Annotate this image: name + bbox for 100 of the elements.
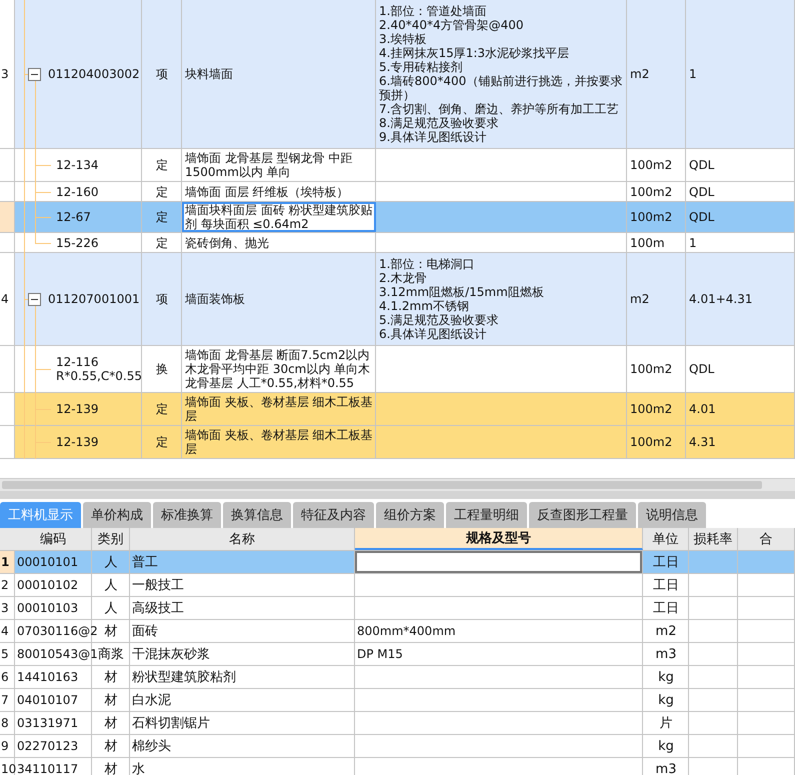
name-cell[interactable]: 墙面块料面层 面砖 粉状型建筑胶贴剂 每块面积 ≤0.64m2 [183, 203, 375, 231]
table-row[interactable]: 9 02270123 材 棉纱头 kg [0, 735, 795, 758]
tab[interactable]: 标准换算 [153, 502, 221, 528]
table-row[interactable]: 15-226 定 瓷砖倒角、抛光 100m 1 [0, 233, 795, 253]
item-code: 15-226 [56, 236, 99, 250]
unit-cell: m3 [656, 762, 676, 775]
tab[interactable]: 换算信息 [223, 502, 291, 528]
table-row[interactable]: 7 04010107 材 白水泥 kg [0, 689, 795, 712]
type-cell-text: 人 [104, 554, 118, 571]
tab[interactable]: 工程量明细 [446, 502, 527, 528]
row-number: 4 [1, 292, 9, 306]
quantity-cell: 1 [689, 67, 697, 81]
table-row[interactable]: 4 07030116@2 材 面砖 800mm*400mm m2 [0, 620, 795, 643]
type-cell-text: 材 [104, 715, 118, 732]
code-cell: 34110117 [17, 762, 78, 775]
type-cell: 定 [156, 435, 168, 449]
table-row[interactable]: 12-139 定 墙饰面 夹板、卷材基层 细木工板基层 100m2 4.01 [0, 393, 795, 426]
table-row[interactable]: 1034110117 材 水 m3 [0, 758, 795, 775]
code-cell: 00010101 [17, 555, 78, 569]
unit-cell: m2 [630, 292, 650, 306]
column-header[interactable]: 合 [738, 528, 795, 550]
item-code: 12-139 [56, 402, 99, 416]
table-row[interactable]: 2 00010102 人 一般技工 工日 [0, 574, 795, 597]
name-cell: 瓷砖倒角、抛光 [185, 236, 269, 250]
row-number: 10 [1, 762, 16, 775]
column-header[interactable]: 类别 [92, 528, 130, 550]
row-number: 3 [1, 67, 9, 81]
table-row[interactable]: 12-160 定 墙饰面 面层 纤维板（埃特板） 100m2 QDL [0, 182, 795, 202]
column-header[interactable]: 损耗率 [689, 528, 738, 550]
row-number: 8 [1, 716, 9, 730]
name-cell-text: 普工 [132, 554, 158, 571]
item-code: 12-134 [56, 158, 99, 172]
row-number: 5 [1, 647, 9, 661]
table-row[interactable]: 12-134 定 墙饰面 龙骨基层 型钢龙骨 中距1500mm以内 单向 100m2 QDL [0, 149, 795, 182]
spec-cell: 800mm*400mm [357, 624, 456, 638]
name-cell-text: 高级技工 [132, 600, 184, 617]
table-row[interactable]: 5 80010543@1商浆 干混抹灰砂浆 DP M15 m3 [0, 643, 795, 666]
collapse-icon[interactable] [28, 68, 41, 80]
code-cell: 14410163 [17, 670, 78, 684]
column-header[interactable]: 单位 [643, 528, 689, 550]
unit-cell: 100m2 [630, 210, 672, 224]
horizontal-scrollbar[interactable] [0, 478, 795, 491]
tab[interactable]: 特征及内容 [293, 502, 374, 528]
quantity-cell: 4.31 [689, 435, 716, 449]
table-row[interactable]: 1 00010101 人 普工 工日 [0, 551, 795, 574]
row-number: 7 [1, 693, 9, 707]
name-cell: 墙饰面 夹板、卷材基层 细木工板基层 [185, 428, 373, 456]
spec-cell: DP M15 [357, 647, 403, 661]
spec-input-field[interactable] [355, 551, 642, 573]
item-code: 011207001001 [48, 292, 140, 306]
quantity-cell: QDL [689, 158, 714, 172]
unit-cell: 100m2 [630, 402, 672, 416]
table-row[interactable]: 4 011207001001 项 墙面装饰板 1.部位：电梯洞口 2.木龙骨 3.12mm阻燃板/15mm阻燃板 4.1.2mm不锈钢 5.满足规范及验收要求 6.具体详见图纸设计 m2 4.01+4.31 [0, 253, 795, 346]
type-cell: 定 [156, 184, 168, 198]
tab[interactable]: 反查图形工程量 [529, 502, 636, 528]
column-header[interactable]: 规格及型号 [355, 528, 643, 550]
unit-cell-text: 工日 [653, 600, 679, 617]
tab[interactable]: 单价构成 [83, 502, 151, 528]
table-row[interactable]: 8 03131971 材 石料切割锯片 片 [0, 712, 795, 735]
code-cell: 04010107 [17, 693, 78, 707]
feature-cell-text: 1.部位：管道处墙面 2.40*40*4方管骨架@400 3.埃特板 4.挂网抹灰15厚1:3水泥砂浆找平层 5.专用砖粘接剂 6.墙砖800*400（铺贴前进行挑选，并按要求预拼） 7.含切割、倒角、磨边、养护等所有加工工艺 8.满足规范及验收要求 9.具体详见图纸设计 [379, 4, 624, 144]
row-number: 4 [1, 624, 9, 638]
row-number: 6 [1, 670, 9, 684]
type-cell: 定 [156, 402, 168, 416]
unit-cell: m2 [656, 624, 676, 638]
unit-cell: kg [658, 738, 674, 754]
unit-cell-text: 工日 [653, 554, 679, 571]
tab[interactable]: 说明信息 [638, 502, 706, 528]
type-cell: 定 [156, 158, 168, 172]
table-row[interactable]: 12-139 定 墙饰面 夹板、卷材基层 细木工板基层 100m2 4.31 [0, 426, 795, 459]
item-code: 011204003002 [48, 67, 140, 81]
unit-cell: kg [658, 670, 674, 684]
code-cell: 00010103 [17, 601, 78, 615]
item-code: 12-139 [56, 435, 99, 449]
type-cell-text: 材 [104, 692, 118, 709]
collapse-icon[interactable] [28, 292, 41, 306]
code-cell: 02270123 [17, 739, 78, 753]
type-cell-text: 材 [104, 761, 118, 775]
tab[interactable]: 组价方案 [376, 502, 444, 528]
name-cell-text: 白水泥 [132, 692, 171, 709]
item-code: 12-116 R*0.55,C*0.55 [56, 355, 142, 383]
unit-cell: m2 [630, 67, 650, 81]
table-row[interactable]: 3 00010103 人 高级技工 工日 [0, 597, 795, 620]
type-cell-text: 材 [104, 623, 118, 640]
table-row[interactable]: 12-116 R*0.55,C*0.55 换 墙饰面 龙骨基层 断面7.5cm2以内木龙骨平均中距 30cm以内 单向木龙骨基层 人工*0.55,材料*0.55 100m2 QDL [0, 346, 795, 393]
type-cell: 项 [156, 67, 168, 81]
code-cell: 03131971 [17, 716, 78, 730]
quantity-cell: 4.01 [689, 402, 716, 416]
table-row[interactable]: 6 14410163 材 粉状型建筑胶粘剂 kg [0, 666, 795, 689]
column-header[interactable]: 编码 [15, 528, 92, 550]
unit-cell-text: 工日 [653, 577, 679, 594]
name-cell: 墙饰面 面层 纤维板（埃特板） [185, 184, 349, 198]
name-cell: 块料墙面 [185, 67, 233, 81]
unit-cell: kg [658, 692, 674, 708]
table-row[interactable]: 12-67 定 墙面块料面层 面砖 粉状型建筑胶贴剂 每块面积 ≤0.64m2 100m2 QDL [0, 202, 795, 233]
unit-cell: 100m2 [630, 184, 672, 198]
type-cell-text: 人 [104, 577, 118, 594]
type-cell: 定 [156, 236, 168, 250]
feature-cell: 1.部位：电梯洞口 2.木龙骨 3.12mm阻燃板/15mm阻燃板 4.1.2mm不锈钢 5.满足规范及验收要求 6.具体详见图纸设计 [379, 257, 544, 341]
code-cell: 07030116@2 [17, 624, 98, 638]
